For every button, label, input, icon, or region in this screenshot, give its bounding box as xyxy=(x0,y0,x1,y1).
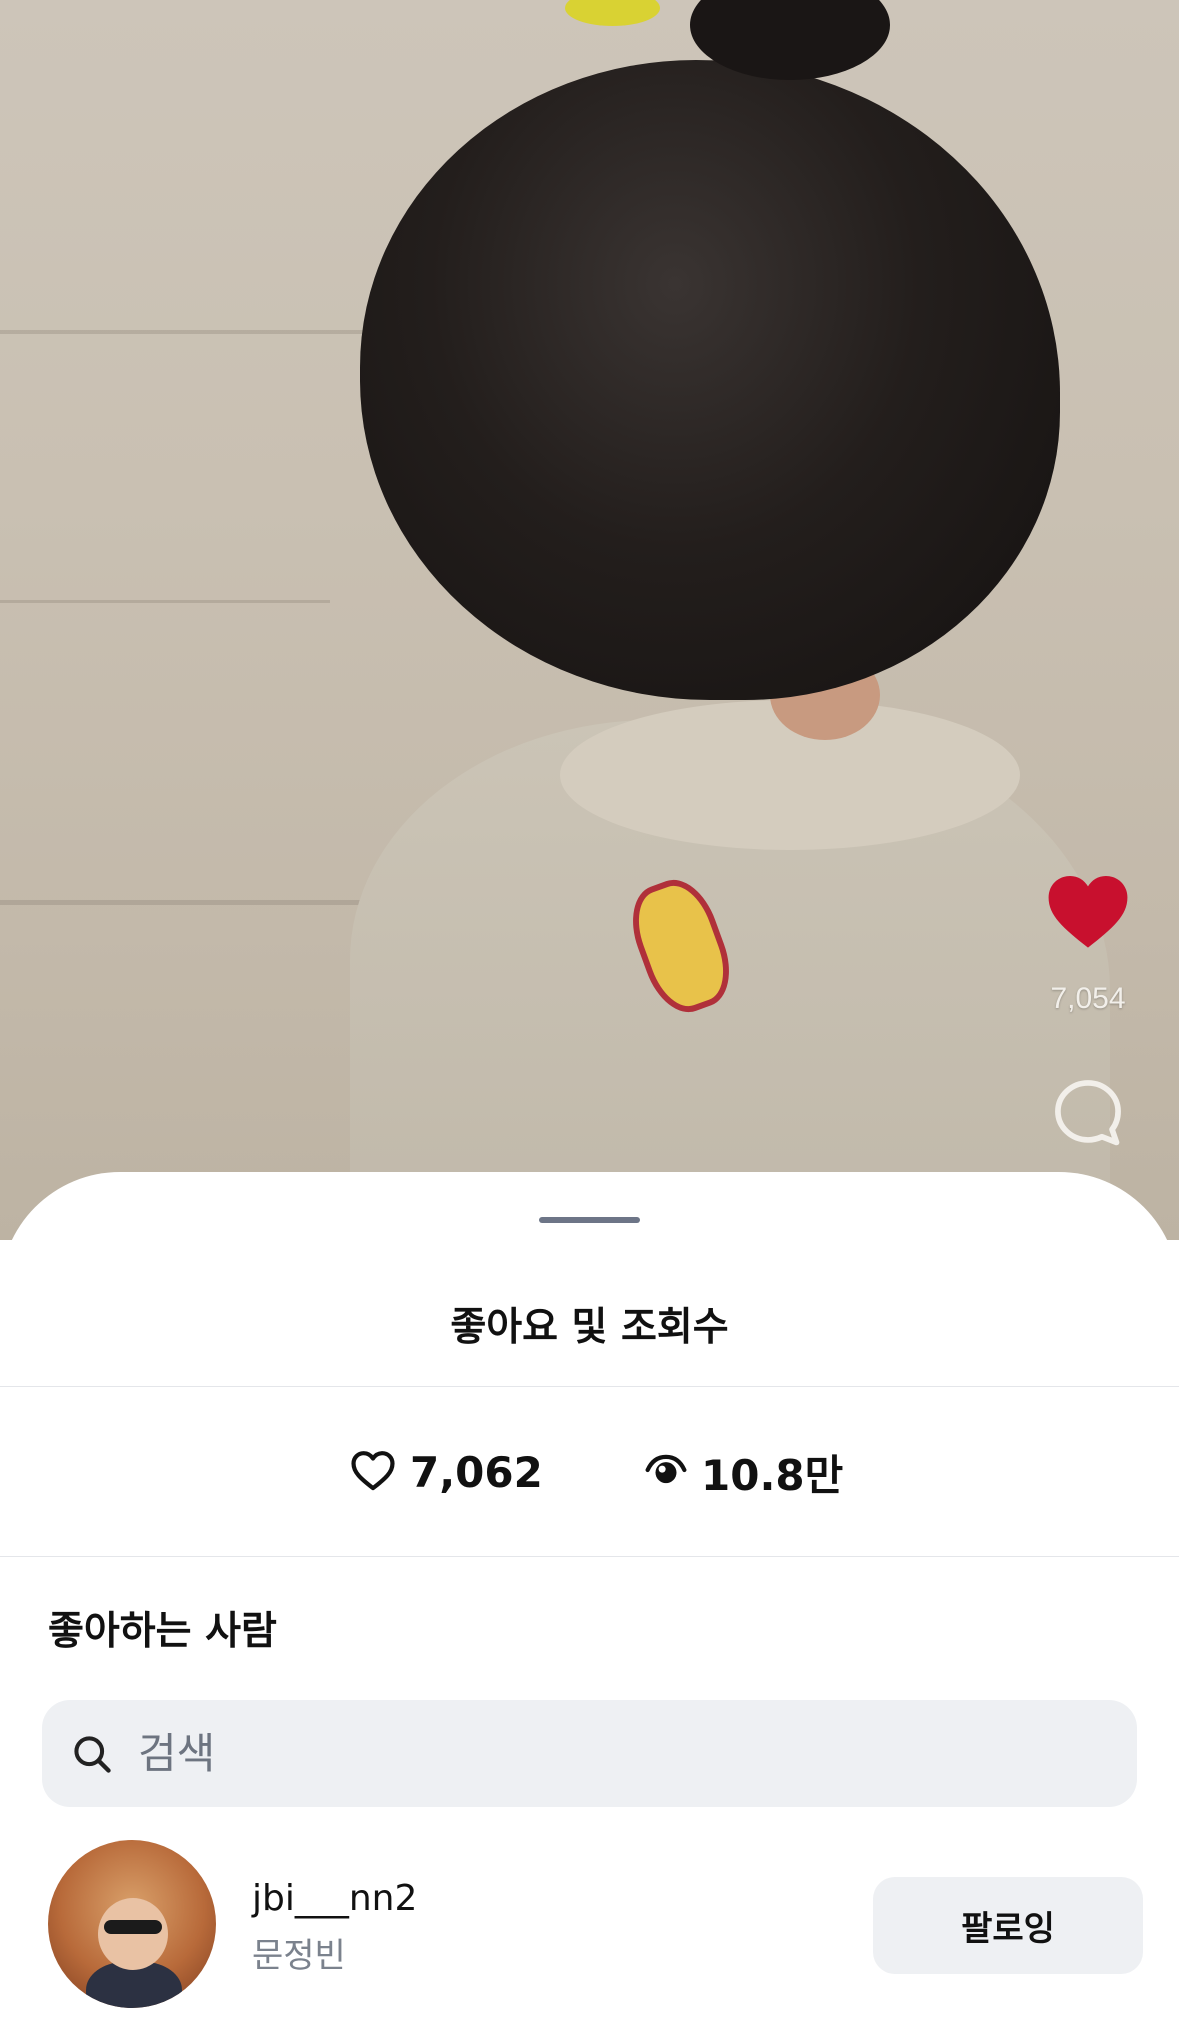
sheet-title: 좋아요 및 조회수 xyxy=(450,1305,729,1350)
divider xyxy=(0,1556,1179,1557)
heart-filled-icon[interactable] xyxy=(1045,870,1131,950)
likes-count: 7,062 xyxy=(410,1447,543,1497)
username[interactable]: jbi___nn2 xyxy=(252,1878,417,1919)
likes-stat: 7,062 xyxy=(350,1442,543,1502)
sheet-drag-handle[interactable] xyxy=(539,1217,640,1223)
likers-section-title: 좋아하는 사람 xyxy=(48,1609,277,1654)
floor-tile-line xyxy=(0,330,420,334)
display-name: 문정빈 xyxy=(252,1936,346,1976)
avatar-photo-glasses xyxy=(104,1920,162,1934)
views-count: 10.8만 xyxy=(701,1450,844,1500)
search-bar[interactable] xyxy=(42,1700,1137,1807)
search-icon xyxy=(74,1735,111,1773)
eye-icon xyxy=(645,1449,687,1495)
side-like-count: 7,054 xyxy=(1050,982,1126,1015)
video-player[interactable] xyxy=(0,0,1179,1240)
views-stat: 10.8만 xyxy=(645,1442,843,1502)
avatar[interactable] xyxy=(48,1840,216,2008)
divider xyxy=(0,1386,1179,1387)
search-input[interactable] xyxy=(136,1728,1040,1779)
list-item[interactable]: jbi___nn2 문정빈 팔로잉 xyxy=(0,1840,1179,2010)
comment-bubble-icon[interactable] xyxy=(1050,1075,1126,1151)
floor-tile-line xyxy=(0,600,330,603)
child-head xyxy=(360,60,1060,700)
following-button[interactable]: 팔로잉 xyxy=(873,1877,1143,1974)
heart-outline-icon xyxy=(350,1449,396,1495)
avatar-photo-face xyxy=(98,1898,168,1970)
hair-tie xyxy=(565,0,660,26)
